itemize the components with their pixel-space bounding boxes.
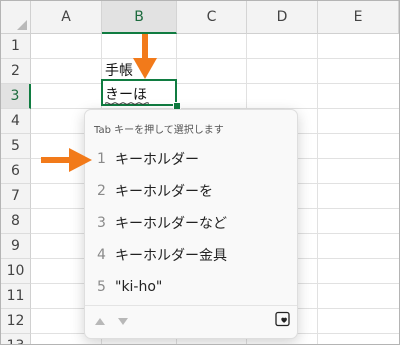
popup-divider: [85, 305, 297, 306]
row-header-11[interactable]: 11: [1, 284, 31, 309]
popup-hint-text: Tab キーを押して選択します: [94, 125, 224, 136]
arrow-right-icon: [41, 148, 92, 172]
row-header-7[interactable]: 7: [1, 184, 31, 209]
spreadsheet-grid: A B C D E 1 2 3 4 5 6 7 8 9 10 11 12 13: [1, 1, 399, 344]
candidate-text: キーホルダーを: [115, 184, 213, 200]
spreadsheet-window: A B C D E 1 2 3 4 5 6 7 8 9 10 11 12 13: [0, 0, 400, 345]
cell-b2[interactable]: 手帳: [105, 60, 133, 80]
candidate-text: キーホルダー: [115, 152, 199, 168]
candidate-text: キーホルダーなど: [115, 216, 227, 232]
column-header-d[interactable]: D: [247, 1, 318, 34]
select-all-corner[interactable]: [1, 1, 31, 34]
chevron-down-icon[interactable]: [116, 314, 130, 328]
ime-wavy-underline: [105, 102, 149, 105]
row-header-1[interactable]: 1: [1, 34, 31, 59]
column-header-c[interactable]: C: [177, 1, 247, 34]
gridline: [31, 83, 399, 84]
candidate-item-1[interactable]: 1 キーホルダー: [85, 143, 297, 175]
candidate-number: 1: [97, 151, 106, 167]
heart-icon[interactable]: [275, 311, 291, 327]
row-header-13[interactable]: 13: [1, 334, 31, 344]
gridline: [31, 58, 399, 59]
column-header-e[interactable]: E: [318, 1, 399, 34]
row-header-8[interactable]: 8: [1, 209, 31, 234]
column-header-b[interactable]: B: [102, 1, 177, 34]
candidate-item-3[interactable]: 3 キーホルダーなど: [85, 207, 297, 239]
chevron-up-icon[interactable]: [93, 314, 107, 328]
candidate-text: キーホルダー金具: [115, 248, 227, 264]
row-header-10[interactable]: 10: [1, 259, 31, 284]
ime-composition-text[interactable]: きーほ: [105, 84, 147, 104]
row-header-9[interactable]: 9: [1, 234, 31, 259]
row-header-12[interactable]: 12: [1, 309, 31, 334]
candidate-item-2[interactable]: 2 キーホルダーを: [85, 175, 297, 207]
row-header-4[interactable]: 4: [1, 109, 31, 134]
candidate-number: 4: [97, 247, 106, 263]
candidate-item-4[interactable]: 4 キーホルダー金具: [85, 239, 297, 271]
candidate-text: "ki-ho": [115, 279, 163, 295]
row-header-2[interactable]: 2: [1, 59, 31, 84]
candidate-item-5[interactable]: 5 "ki-ho": [85, 271, 297, 303]
candidate-number: 5: [97, 279, 106, 295]
candidate-number: 3: [97, 215, 106, 231]
row-header-3[interactable]: 3: [1, 84, 31, 109]
column-header-a[interactable]: A: [31, 1, 102, 34]
row-header-6[interactable]: 6: [1, 159, 31, 184]
select-all-triangle-icon: [17, 20, 27, 30]
row-header-5[interactable]: 5: [1, 134, 31, 159]
arrow-down-icon: [133, 34, 157, 79]
ime-candidate-popup: Tab キーを押して選択します 1 キーホルダー 2 キーホルダーを 3 キーホ…: [84, 109, 298, 339]
gridline: [317, 34, 318, 344]
candidate-number: 2: [97, 183, 106, 199]
